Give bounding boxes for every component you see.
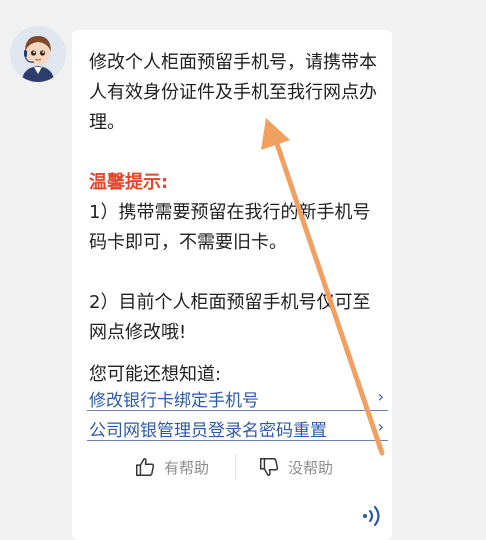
tip2-line1: 2）目前个人柜面预留手机号仅可至: [89, 292, 371, 313]
sound-icon[interactable]: [360, 504, 384, 528]
avatar-illustration-icon: [10, 26, 66, 82]
message-intro-line2: 人有效身份证件及手机至我行网点办: [89, 82, 377, 103]
thumbs-up-icon: [136, 458, 155, 476]
link-divider: [87, 410, 388, 411]
tip2-line2: 网点修改哦!: [89, 322, 187, 343]
chevron-right-icon: ›: [377, 387, 384, 406]
helpful-label: 有帮助: [164, 458, 210, 477]
agent-avatar: [10, 26, 66, 82]
tip-title: 温馨提示:: [89, 172, 169, 193]
tip1-line1: 1）携带需要预留在我行的新手机号: [89, 202, 371, 223]
message-intro-line3: 理。: [89, 112, 125, 133]
link-divider: [87, 440, 388, 441]
thumbs-down-icon: [260, 458, 279, 476]
not-helpful-button[interactable]: 没帮助: [258, 456, 333, 478]
tip1-line2: 码卡即可，不需要旧卡。: [89, 232, 287, 253]
suggestions-title: 您可能还想知道:: [89, 364, 222, 385]
suggestion-link-label[interactable]: 修改银行卡绑定手机号: [89, 386, 259, 411]
chat-message-bubble: 修改个人柜面预留手机号，请携带本 人有效身份证件及手机至我行网点办 理。 温馨提…: [72, 30, 392, 540]
message-intro-line1: 修改个人柜面预留手机号，请携带本: [89, 52, 377, 73]
suggestion-link-label[interactable]: 公司网银管理员登录名密码重置: [89, 416, 327, 441]
helpful-button[interactable]: 有帮助: [134, 456, 209, 478]
chevron-right-icon: ›: [377, 417, 384, 436]
feedback-separator: [235, 454, 236, 480]
not-helpful-label: 没帮助: [288, 458, 334, 477]
